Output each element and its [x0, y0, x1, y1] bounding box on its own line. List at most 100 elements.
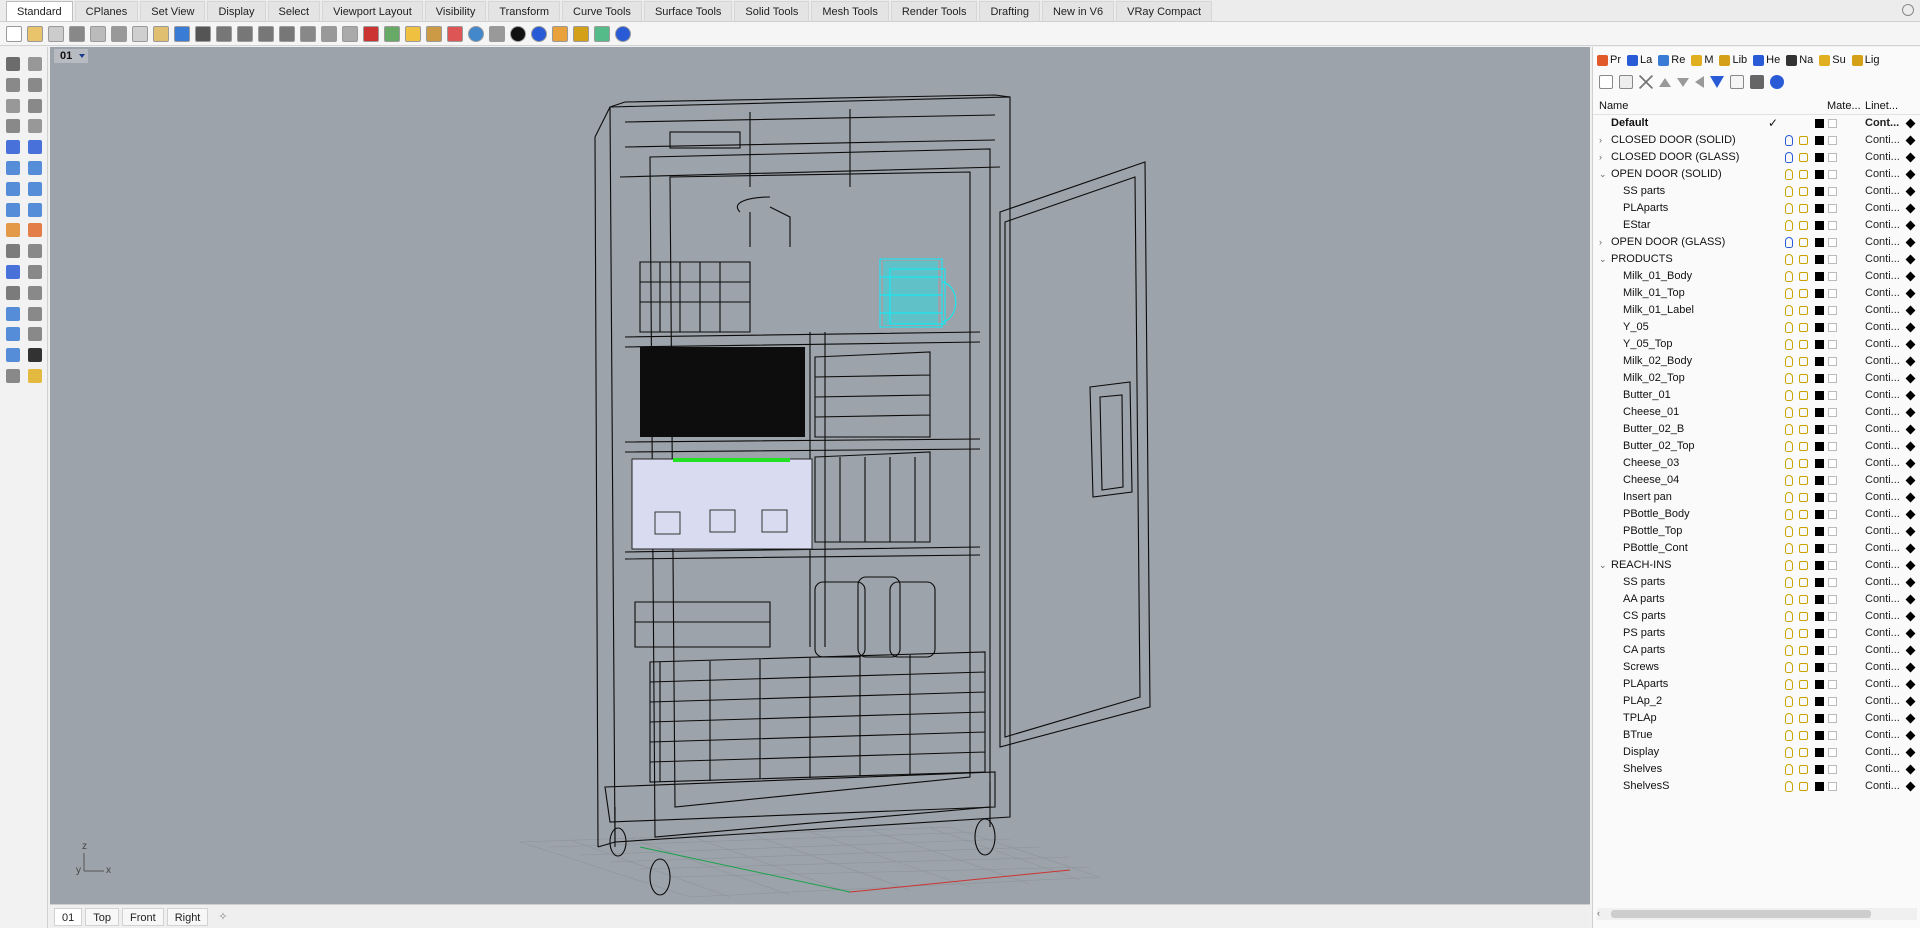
layer-color-swatch[interactable]: [1815, 255, 1824, 264]
lock-icon[interactable]: [1799, 323, 1808, 332]
layer-linetype[interactable]: Conti...: [1865, 166, 1900, 183]
layer-name[interactable]: PLAp_2: [1623, 693, 1662, 710]
layer-linetype[interactable]: Conti...: [1865, 761, 1900, 778]
lock-icon[interactable]: [1799, 527, 1808, 536]
panel-tab-re[interactable]: Re: [1658, 54, 1685, 66]
print-icon[interactable]: [69, 25, 85, 42]
layer-color-swatch[interactable]: [1815, 153, 1824, 162]
layer-name[interactable]: Shelves: [1623, 761, 1662, 778]
print-color-swatch[interactable]: [1905, 424, 1916, 435]
layer-name[interactable]: OPEN DOOR (SOLID): [1611, 166, 1722, 183]
collapse-chevron-icon[interactable]: ⌄: [1599, 557, 1609, 574]
layer-color-swatch[interactable]: [1815, 272, 1824, 281]
tab-display[interactable]: Display: [207, 1, 266, 21]
visibility-bulb-icon[interactable]: [1785, 475, 1793, 486]
visibility-bulb-icon[interactable]: [1785, 560, 1793, 571]
revolve-icon[interactable]: [28, 202, 42, 217]
layer-linetype[interactable]: Conti...: [1865, 319, 1900, 336]
cut-icon[interactable]: [111, 25, 127, 42]
lock-icon[interactable]: [1799, 510, 1808, 519]
print-color-swatch[interactable]: [1905, 679, 1916, 690]
layer-color-swatch[interactable]: [1815, 340, 1824, 349]
layer-color-swatch[interactable]: [1815, 119, 1824, 128]
fillet-icon[interactable]: [28, 140, 42, 155]
tab-viewport-layout[interactable]: Viewport Layout: [322, 1, 423, 21]
boolean-icon[interactable]: [6, 223, 20, 238]
print-color-swatch[interactable]: [1905, 781, 1916, 792]
lock-icon[interactable]: [1799, 272, 1808, 281]
layer-row[interactable]: Milk_02_Top Conti...: [1593, 370, 1920, 387]
panel-tab-lig[interactable]: Lig: [1851, 54, 1879, 66]
grasshopper-icon[interactable]: [552, 25, 568, 42]
layer-linetype[interactable]: Conti...: [1865, 693, 1900, 710]
material-swatch[interactable]: [1828, 306, 1837, 315]
material-swatch[interactable]: [1828, 663, 1837, 672]
layer-row[interactable]: PBottle_Cont Conti...: [1593, 540, 1920, 557]
ps-icon[interactable]: [594, 25, 610, 42]
tab-transform[interactable]: Transform: [488, 1, 561, 21]
tab-vray-compact[interactable]: VRay Compact: [1116, 1, 1213, 21]
viewport-menu-arrow[interactable]: [76, 49, 88, 63]
layer-properties-icon[interactable]: [1730, 75, 1744, 89]
render-icon[interactable]: [510, 25, 526, 42]
lock-icon[interactable]: [1799, 680, 1808, 689]
layer-color-swatch[interactable]: [1815, 357, 1824, 366]
print-color-swatch[interactable]: [1905, 696, 1916, 707]
lock-icon[interactable]: [1799, 425, 1808, 434]
import-icon[interactable]: [90, 25, 106, 42]
layer-name[interactable]: Screws: [1623, 659, 1659, 676]
split-icon[interactable]: [6, 244, 20, 259]
color-icon[interactable]: [468, 25, 484, 42]
layer-name[interactable]: Y_05_Top: [1623, 336, 1673, 353]
visibility-bulb-icon[interactable]: [1785, 135, 1793, 146]
layer-color-swatch[interactable]: [1815, 391, 1824, 400]
tab-visibility[interactable]: Visibility: [424, 1, 487, 21]
layer-name[interactable]: Cheese_03: [1623, 455, 1679, 472]
material-swatch[interactable]: [1828, 238, 1837, 247]
visibility-bulb-icon[interactable]: [1785, 662, 1793, 673]
layer-linetype[interactable]: Conti...: [1865, 455, 1900, 472]
material-swatch[interactable]: [1828, 153, 1837, 162]
lock-icon[interactable]: [405, 25, 421, 42]
layer-color-swatch[interactable]: [1815, 765, 1824, 774]
tab-drafting[interactable]: Drafting: [979, 1, 1040, 21]
print-color-swatch[interactable]: [1905, 628, 1916, 639]
layer-name[interactable]: ShelvesS: [1623, 778, 1669, 795]
layer-color-swatch[interactable]: [1815, 595, 1824, 604]
layer-icon[interactable]: [447, 25, 463, 42]
check-icon[interactable]: [28, 348, 42, 363]
scale-icon[interactable]: [28, 285, 42, 300]
layer-row[interactable]: CA parts Conti...: [1593, 642, 1920, 659]
layer-linetype[interactable]: Conti...: [1865, 251, 1900, 268]
layer-linetype[interactable]: Conti...: [1865, 353, 1900, 370]
lock-icon[interactable]: [1799, 306, 1808, 315]
layer-row[interactable]: PLAparts Conti...: [1593, 200, 1920, 217]
layer-color-swatch[interactable]: [1815, 136, 1824, 145]
layer-linetype[interactable]: Conti...: [1865, 200, 1900, 217]
dimension-icon[interactable]: [6, 327, 20, 342]
curve-icon[interactable]: [6, 140, 20, 155]
visibility-bulb-icon[interactable]: [1785, 186, 1793, 197]
lock-icon[interactable]: [1799, 289, 1808, 298]
visibility-bulb-icon[interactable]: [1785, 254, 1793, 265]
visibility-bulb-icon[interactable]: [1785, 594, 1793, 605]
visibility-bulb-icon[interactable]: [1785, 203, 1793, 214]
open-file-icon[interactable]: [27, 25, 43, 42]
layer-color-swatch[interactable]: [1815, 221, 1824, 230]
layer-name[interactable]: PRODUCTS: [1611, 251, 1673, 268]
print-color-swatch[interactable]: [1905, 339, 1916, 350]
viewport-tab-front[interactable]: Front: [122, 907, 164, 926]
point-icon[interactable]: [28, 57, 42, 71]
visibility-bulb-icon[interactable]: [1785, 679, 1793, 690]
panel-tab-na[interactable]: Na: [1786, 54, 1813, 66]
layer-linetype[interactable]: Conti...: [1865, 744, 1900, 761]
material-swatch[interactable]: [1828, 204, 1837, 213]
arc-icon[interactable]: [6, 119, 20, 134]
material-swatch[interactable]: [1828, 646, 1837, 655]
material-swatch[interactable]: [1828, 187, 1837, 196]
column-linetype[interactable]: Linet...: [1865, 100, 1898, 112]
material-swatch[interactable]: [1828, 765, 1837, 774]
layer-name[interactable]: PLAparts: [1623, 200, 1668, 217]
print-color-swatch[interactable]: [1905, 764, 1916, 775]
viewport-tab-top[interactable]: Top: [85, 907, 119, 926]
